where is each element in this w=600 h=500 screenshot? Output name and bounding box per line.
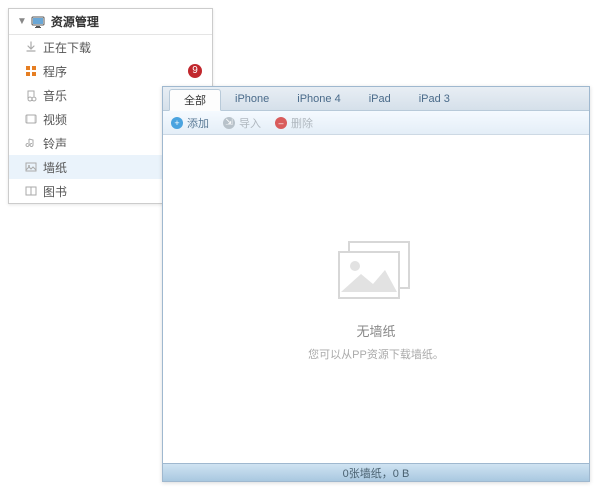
empty-title: 无墙纸 xyxy=(356,321,395,340)
sidebar-item-label: 墙纸 xyxy=(43,159,67,176)
empty-subtitle: 您可以从PP资源下载墙纸。 xyxy=(308,346,444,362)
chevron-down-icon: ▼ xyxy=(17,16,27,27)
monitor-icon xyxy=(31,15,45,29)
sidebar-header[interactable]: ▼ 资源管理 xyxy=(9,9,212,35)
sidebar-item-downloading[interactable]: 正在下载 xyxy=(9,35,212,59)
delete-button[interactable]: – 删除 xyxy=(275,115,313,131)
sidebar-item-label: 正在下载 xyxy=(43,39,91,56)
tab-all[interactable]: 全部 xyxy=(169,89,221,111)
delete-icon: – xyxy=(275,117,287,129)
import-button[interactable]: ⇲ 导入 xyxy=(223,115,261,131)
tool-label: 添加 xyxy=(187,115,209,131)
status-bar: 0张墙纸，0 B xyxy=(163,463,589,481)
ringtone-icon xyxy=(23,136,39,150)
book-icon xyxy=(23,184,39,198)
content-area: 无墙纸 您可以从PP资源下载墙纸。 xyxy=(163,135,589,463)
tab-label: iPad xyxy=(369,93,391,105)
plus-icon: + xyxy=(171,117,183,129)
main-panel: 全部 iPhone iPhone 4 iPad iPad 3 + 添加 ⇲ 导入… xyxy=(162,86,590,482)
tool-label: 删除 xyxy=(291,115,313,131)
tool-label: 导入 xyxy=(239,115,261,131)
sidebar-item-label: 视频 xyxy=(43,111,67,128)
sidebar-item-label: 铃声 xyxy=(43,135,67,152)
sidebar-item-apps[interactable]: 程序 9 xyxy=(9,59,212,83)
music-icon xyxy=(23,88,39,102)
badge-count: 9 xyxy=(188,64,202,78)
tab-label: iPhone xyxy=(235,93,269,105)
sidebar-title: 资源管理 xyxy=(51,13,99,30)
download-icon xyxy=(23,40,39,54)
tab-label: iPhone 4 xyxy=(297,93,340,105)
import-icon: ⇲ xyxy=(223,117,235,129)
tab-iphone4[interactable]: iPhone 4 xyxy=(283,87,354,110)
tab-label: iPad 3 xyxy=(419,93,450,105)
video-icon xyxy=(23,112,39,126)
wallpaper-icon xyxy=(23,160,39,174)
empty-image-icon xyxy=(331,236,421,309)
sidebar-item-label: 图书 xyxy=(43,183,67,200)
sidebar-item-label: 程序 xyxy=(43,63,67,80)
toolbar: + 添加 ⇲ 导入 – 删除 xyxy=(163,111,589,135)
tab-label: 全部 xyxy=(184,92,206,108)
tab-bar: 全部 iPhone iPhone 4 iPad iPad 3 xyxy=(163,87,589,111)
add-button[interactable]: + 添加 xyxy=(171,115,209,131)
tab-iphone[interactable]: iPhone xyxy=(221,87,283,110)
tab-ipad[interactable]: iPad xyxy=(355,87,405,110)
app-icon xyxy=(23,64,39,78)
status-text: 0张墙纸，0 B xyxy=(343,465,410,481)
tab-ipad3[interactable]: iPad 3 xyxy=(405,87,464,110)
sidebar-item-label: 音乐 xyxy=(43,87,67,104)
